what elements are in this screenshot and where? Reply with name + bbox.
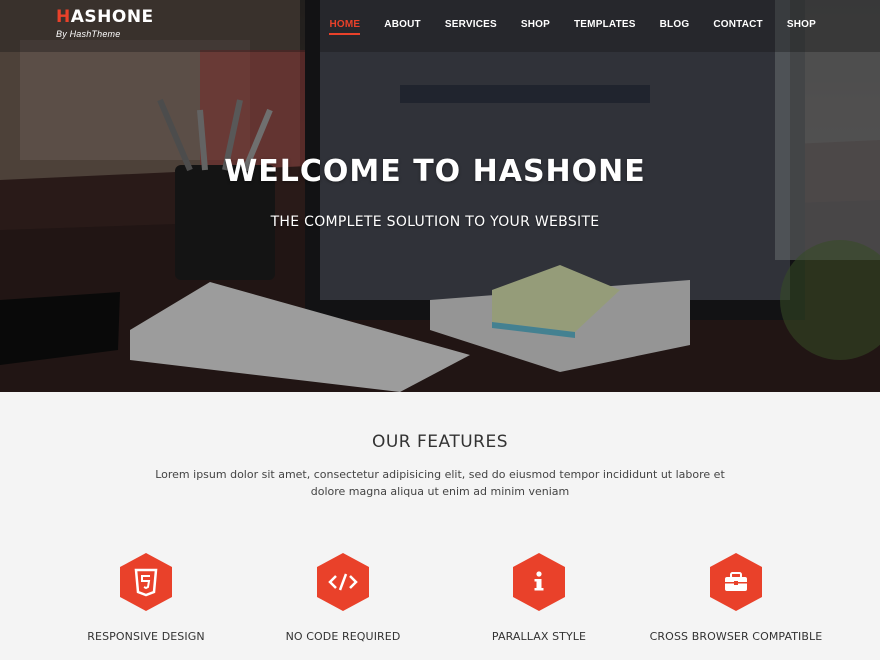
- feature-responsive-design[interactable]: RESPONSIVE DESIGN: [46, 552, 246, 643]
- feature-label: NO CODE REQUIRED: [285, 630, 401, 643]
- nav-shop[interactable]: SHOP: [521, 18, 550, 31]
- features-section: OUR FEATURES Lorem ipsum dolor sit amet,…: [0, 392, 880, 660]
- site-header: HASHONE By HashTheme HOME ABOUT SERVICES…: [0, 0, 880, 52]
- briefcase-icon: [710, 553, 762, 611]
- nav-about[interactable]: ABOUT: [384, 18, 421, 31]
- nav-contact[interactable]: CONTACT: [713, 18, 763, 31]
- nav-shop-2[interactable]: SHOP: [787, 18, 816, 31]
- feature-cross-browser-compatible[interactable]: CROSS BROWSER COMPATIBLE: [636, 552, 836, 643]
- hero-banner: HASHONE By HashTheme HOME ABOUT SERVICES…: [0, 0, 880, 392]
- logo-tagline: By HashTheme: [56, 29, 121, 39]
- hero-overlay: [0, 0, 880, 392]
- code-icon: [317, 553, 369, 611]
- hero-title: WELCOME TO HASHONE: [224, 154, 646, 189]
- main-navigation: HOME ABOUT SERVICES SHOP TEMPLATES BLOG …: [305, 18, 816, 35]
- nav-services[interactable]: SERVICES: [445, 18, 497, 31]
- feature-no-code-required[interactable]: NO CODE REQUIRED: [243, 552, 443, 643]
- logo-title: HASHONE: [56, 7, 154, 27]
- feature-label: PARALLAX STYLE: [491, 630, 587, 643]
- info-icon: [513, 553, 565, 611]
- hero-subtitle: THE COMPLETE SOLUTION TO YOUR WEBSITE: [270, 214, 600, 230]
- nav-templates[interactable]: TEMPLATES: [574, 18, 636, 31]
- feature-label: CROSS BROWSER COMPATIBLE: [649, 630, 823, 643]
- features-description: Lorem ipsum dolor sit amet, consectetur …: [155, 468, 725, 498]
- feature-parallax-style[interactable]: PARALLAX STYLE: [439, 552, 639, 643]
- html5-icon: [120, 553, 172, 611]
- feature-label: RESPONSIVE DESIGN: [87, 630, 205, 643]
- nav-blog[interactable]: BLOG: [660, 18, 690, 31]
- features-title: OUR FEATURES: [371, 432, 509, 452]
- site-logo[interactable]: HASHONE By HashTheme: [56, 7, 154, 39]
- nav-home[interactable]: HOME: [329, 18, 361, 35]
